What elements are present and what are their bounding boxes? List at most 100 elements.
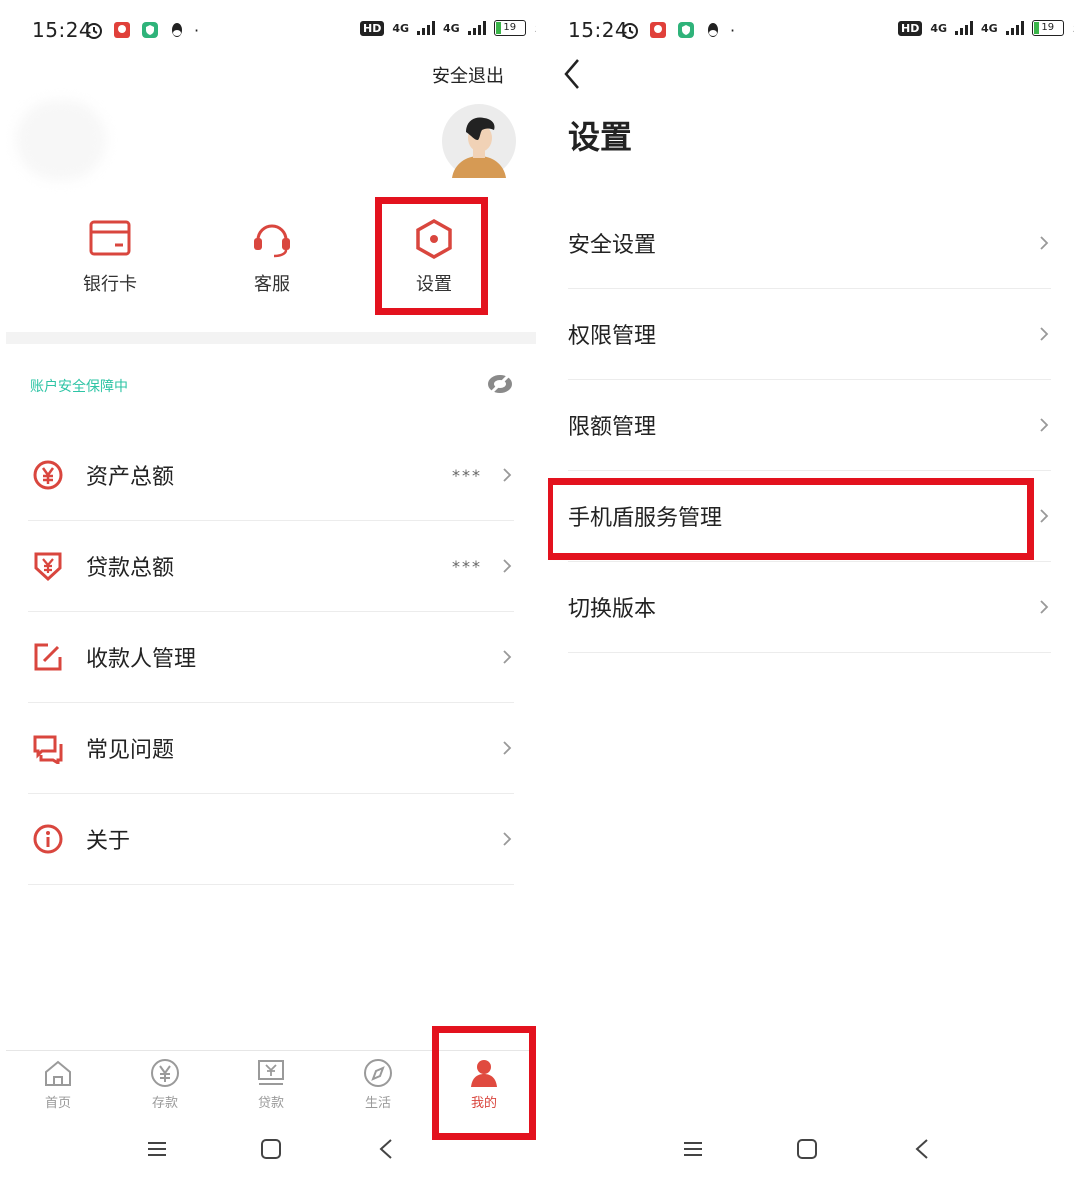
menu-row-about[interactable]: 关于	[28, 794, 514, 885]
signal-2-icon: 4G	[443, 21, 460, 35]
chevron-right-icon	[503, 559, 512, 573]
menu-row-loans[interactable]: 贷款总额 ***	[28, 521, 514, 612]
status-system-icons: HD 4G 4G 19 ⚡	[360, 20, 536, 36]
avatar[interactable]	[442, 104, 516, 178]
charging-icon: ⚡	[534, 20, 536, 36]
settings-item-switch-version[interactable]: 切换版本	[568, 562, 1051, 653]
info-circle-icon	[33, 824, 63, 854]
chevron-right-icon	[1040, 327, 1049, 341]
qq-icon	[708, 23, 718, 37]
menu-nav-icon[interactable]	[682, 1138, 704, 1160]
security-status-text: 账户安全保障中	[30, 379, 128, 395]
back-arrow-icon[interactable]	[560, 56, 584, 92]
shield-notification-icon	[142, 22, 158, 38]
home-nav-icon[interactable]	[796, 1138, 818, 1160]
edit-square-icon	[34, 643, 62, 671]
masked-value: ***	[452, 465, 482, 485]
tab-label: 生活	[364, 1096, 391, 1111]
logout-button[interactable]: 安全退出	[432, 62, 504, 88]
settings-item-label: 限额管理	[568, 415, 657, 440]
eye-hidden-icon[interactable]	[486, 372, 514, 396]
status-system-icons: HD 4G 4G 19 ⚡	[898, 20, 1074, 36]
bank-card-icon	[89, 220, 131, 256]
shield-notification-icon	[678, 22, 694, 38]
tab-label: 存款	[151, 1096, 178, 1111]
chevron-right-icon	[503, 468, 512, 482]
chevron-right-icon	[503, 832, 512, 846]
battery-icon: 19	[493, 20, 526, 36]
masked-value: ***	[452, 556, 482, 576]
compass-icon	[364, 1059, 392, 1087]
menu-row-assets[interactable]: 资产总额 ***	[28, 430, 514, 521]
chat-bubbles-icon	[33, 735, 63, 764]
signal-1-icon: 4G	[392, 21, 410, 35]
status-notification-icons: ·	[84, 20, 199, 40]
page-title: 设置	[568, 118, 633, 156]
chevron-right-icon	[503, 741, 512, 755]
yen-circle-icon	[33, 460, 63, 490]
hd-icon: HD	[898, 20, 923, 36]
settings-item-label: 安全设置	[568, 233, 657, 258]
tab-label: 首页	[44, 1096, 71, 1111]
settings-item-limits[interactable]: 限额管理	[568, 380, 1051, 471]
signal-bars-icon	[1005, 21, 1024, 35]
yen-coin-icon	[151, 1059, 179, 1087]
chevron-right-icon	[1040, 236, 1049, 250]
back-nav-icon[interactable]	[912, 1138, 934, 1160]
more-dot: ·	[730, 20, 736, 40]
menu-row-faq[interactable]: 常见问题	[28, 703, 514, 794]
app-notification-icon	[114, 22, 130, 38]
back-nav-icon[interactable]	[376, 1138, 398, 1160]
settings-item-security[interactable]: 安全设置	[568, 198, 1051, 289]
username-blurred	[16, 100, 106, 180]
tab-label: 贷款	[257, 1096, 284, 1111]
menu-row-label: 常见问题	[86, 738, 175, 763]
home-icon	[45, 1060, 71, 1086]
quick-action-bank-card[interactable]: 银行卡	[68, 218, 152, 296]
signal-bars-icon	[467, 21, 486, 35]
charging-icon: ⚡	[1072, 20, 1074, 36]
home-nav-icon[interactable]	[260, 1138, 282, 1160]
tab-life[interactable]: 生活	[348, 1058, 408, 1111]
signal-bars-icon	[955, 21, 974, 35]
menu-row-label: 贷款总额	[86, 556, 175, 581]
loan-screen-icon	[258, 1060, 284, 1085]
menu-row-label: 资产总额	[86, 465, 175, 490]
chevron-right-icon	[503, 650, 512, 664]
headset-icon	[254, 224, 290, 258]
section-divider	[6, 332, 536, 344]
settings-item-permissions[interactable]: 权限管理	[568, 289, 1051, 380]
left-screen: 15:24 · HD 4G 4G 19 ⚡ 安全退出 银行卡 客服 设置	[6, 0, 536, 1192]
mine-tab-highlight-box	[432, 1026, 536, 1140]
loan-shield-icon	[34, 552, 62, 582]
quick-action-support[interactable]: 客服	[230, 218, 314, 296]
battery-icon: 19	[1031, 20, 1064, 36]
signal-1-icon: 4G	[930, 21, 948, 35]
tab-loans[interactable]: 贷款	[241, 1058, 301, 1111]
chevron-right-icon	[1040, 600, 1049, 614]
chevron-right-icon	[1040, 418, 1049, 432]
menu-row-label: 收款人管理	[86, 647, 197, 672]
menu-row-label: 关于	[86, 829, 131, 854]
qq-icon	[172, 23, 182, 37]
settings-highlight-box	[375, 197, 488, 315]
alarm-icon	[86, 23, 102, 39]
signal-bars-icon	[417, 21, 436, 35]
more-dot: ·	[194, 20, 200, 40]
alarm-icon	[622, 23, 638, 39]
status-notification-icons: ·	[620, 20, 735, 40]
right-screen: 15:24 · HD 4G 4G 19 ⚡ 设置 安全设置 权限管理 限额管理 …	[548, 0, 1074, 1192]
mobile-shield-highlight-box	[548, 478, 1034, 560]
menu-nav-icon[interactable]	[146, 1138, 168, 1160]
settings-item-label: 切换版本	[568, 597, 657, 622]
signal-2-icon: 4G	[981, 21, 998, 35]
quick-action-label: 银行卡	[83, 274, 137, 295]
chevron-right-icon	[1040, 509, 1049, 523]
settings-item-label: 权限管理	[568, 324, 657, 349]
quick-action-label: 客服	[254, 274, 290, 295]
tab-deposit[interactable]: 存款	[135, 1058, 195, 1111]
tab-home[interactable]: 首页	[28, 1058, 88, 1111]
menu-row-payees[interactable]: 收款人管理	[28, 612, 514, 703]
hd-icon: HD	[360, 20, 385, 36]
app-notification-icon	[650, 22, 666, 38]
